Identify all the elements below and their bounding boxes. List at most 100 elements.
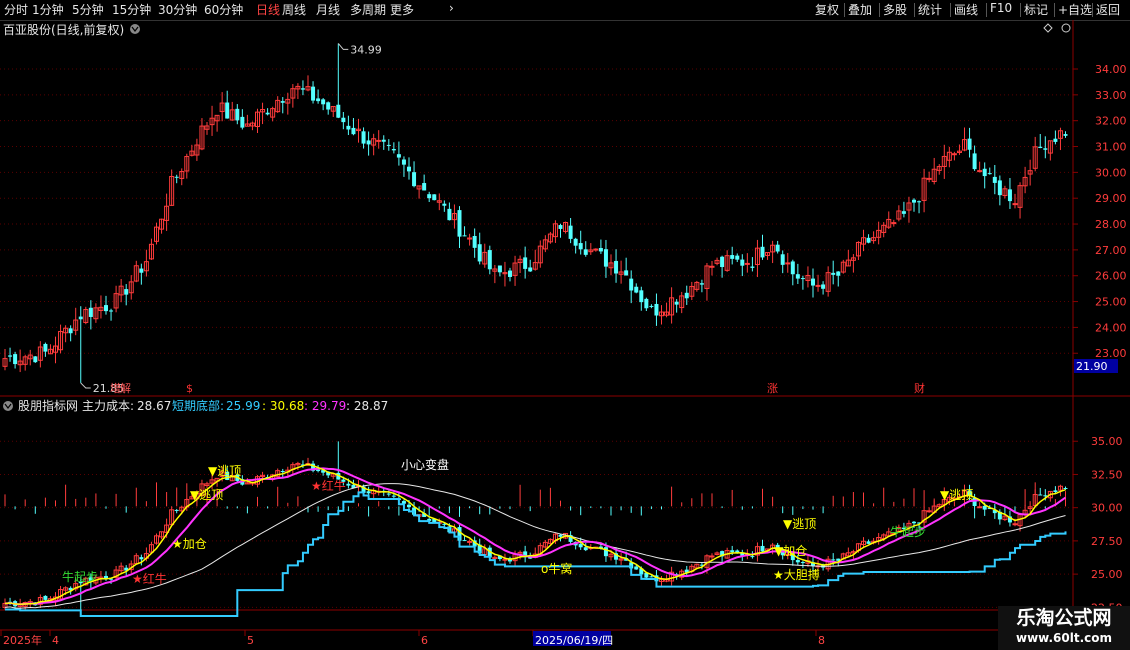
candle-body	[744, 262, 750, 265]
period-2[interactable]: 5分钟	[72, 1, 104, 18]
dropdown-icon[interactable]	[130, 24, 140, 34]
ind-candle-body	[912, 521, 916, 524]
period-1[interactable]: 1分钟	[32, 1, 64, 18]
timeline-label: 8	[818, 634, 825, 647]
candle-body	[1053, 138, 1058, 142]
price-tick: 23.00	[1095, 347, 1127, 360]
ind-candle-body	[1063, 487, 1068, 489]
candle-body	[967, 138, 972, 150]
period-6[interactable]: 日线	[256, 1, 280, 18]
indicator-annotation: ★加仓	[172, 537, 207, 551]
candle-body	[578, 243, 583, 250]
candle-body	[366, 140, 371, 145]
candle-body	[442, 203, 447, 206]
candle-body	[432, 194, 437, 201]
ind-candle-body	[750, 556, 755, 558]
brand-url: www.60lt.com	[1015, 631, 1113, 645]
toolbar-button-3[interactable]: 统计	[918, 1, 942, 18]
diamond-icon[interactable]	[1043, 23, 1053, 33]
candle-body	[280, 101, 285, 103]
value-3: : 30.68	[262, 399, 304, 413]
event-marker: $	[186, 382, 193, 395]
toolbar-button-6[interactable]: 标记	[1024, 1, 1048, 18]
short-bottom-value: 25.99	[226, 399, 260, 413]
timeline-label: 2025年	[3, 633, 42, 647]
ind-candle-body	[467, 540, 473, 543]
watermark-brand: 乐淘公式网 www.60lt.com	[998, 606, 1130, 650]
indicator-annotation: ▼逃顶	[190, 488, 223, 502]
candle-body	[528, 267, 533, 272]
toolbar-separator	[986, 3, 987, 17]
candle-body	[487, 250, 492, 270]
candle-body	[477, 244, 482, 262]
low-leader	[80, 382, 91, 389]
toolbar-button-8[interactable]: 返回	[1096, 1, 1120, 18]
indicator-tick: 27.50	[1091, 535, 1123, 548]
ind-candle-body	[578, 544, 583, 548]
candle-body	[13, 354, 18, 365]
brand-name: 乐淘公式网	[1016, 607, 1112, 629]
ind-candle-body	[831, 559, 836, 561]
candle-body	[775, 244, 780, 252]
settings-icon[interactable]	[1061, 23, 1071, 33]
period-4[interactable]: 30分钟	[158, 1, 197, 18]
candle-body	[649, 305, 654, 307]
candle-body	[401, 159, 406, 165]
indicator-annotation: ★红牛	[132, 571, 167, 586]
candle-body	[634, 286, 639, 293]
toolbar-button-7[interactable]: +自选	[1058, 1, 1092, 18]
candle-body	[951, 153, 957, 156]
candle-body	[750, 266, 755, 268]
candle-body	[674, 301, 679, 305]
period-8[interactable]: 月线	[316, 1, 340, 18]
candle-body	[740, 259, 745, 266]
candle-body	[785, 262, 791, 265]
timeline-bg	[0, 630, 1000, 650]
candle-body	[811, 278, 815, 286]
price-tick: 25.00	[1095, 296, 1127, 309]
price-tick: 30.00	[1095, 166, 1127, 179]
indicator-tick: 32.50	[1091, 468, 1123, 481]
candle-body	[174, 176, 179, 178]
dropdown-icon[interactable]	[3, 401, 13, 411]
candle-body	[341, 117, 346, 123]
toolbar-button-4[interactable]: 画线	[954, 1, 978, 18]
ind-candle-body	[603, 547, 608, 557]
chevron-right-icon[interactable]: ›	[449, 1, 454, 15]
period-7[interactable]: 周线	[282, 1, 306, 18]
period-10[interactable]: 更多	[390, 1, 414, 18]
event-marker: 涨	[767, 382, 778, 395]
period-5[interactable]: 60分钟	[204, 1, 243, 18]
candle-body	[462, 235, 467, 237]
candle-body	[573, 238, 578, 246]
toolbar-separator	[914, 3, 915, 17]
candle-body	[361, 131, 366, 144]
indicator-tick: 30.00	[1091, 502, 1123, 515]
candle-body	[780, 254, 785, 265]
candle-body	[124, 289, 129, 295]
candle-body	[396, 154, 401, 158]
ind-candle-body	[634, 566, 639, 570]
candle-body	[720, 256, 725, 268]
toolbar-button-5[interactable]: F10	[990, 1, 1012, 15]
toolbar-button-2[interactable]: 多股	[883, 1, 907, 18]
candle-body	[558, 225, 563, 229]
period-9[interactable]: 多周期	[350, 1, 386, 18]
ind-candle-body	[366, 491, 371, 494]
toolbar-separator	[1054, 3, 1055, 17]
candle-body	[901, 211, 906, 214]
toolbar-button-0[interactable]: 复权	[815, 1, 839, 18]
period-0[interactable]: 分时	[4, 1, 28, 18]
price-tick: 29.00	[1095, 192, 1127, 205]
candle-body	[684, 292, 689, 299]
candle-body	[376, 139, 382, 142]
ind-candle-body	[280, 471, 285, 473]
period-3[interactable]: 15分钟	[112, 1, 151, 18]
price-tick: 24.00	[1095, 321, 1127, 334]
indicator-tick: 35.00	[1091, 435, 1123, 448]
ind-candle-body	[583, 547, 588, 551]
toolbar-button-1[interactable]: 叠加	[848, 1, 872, 18]
ind-candle-body	[1012, 523, 1018, 526]
candle-body	[109, 310, 114, 312]
candle-body	[225, 102, 230, 119]
